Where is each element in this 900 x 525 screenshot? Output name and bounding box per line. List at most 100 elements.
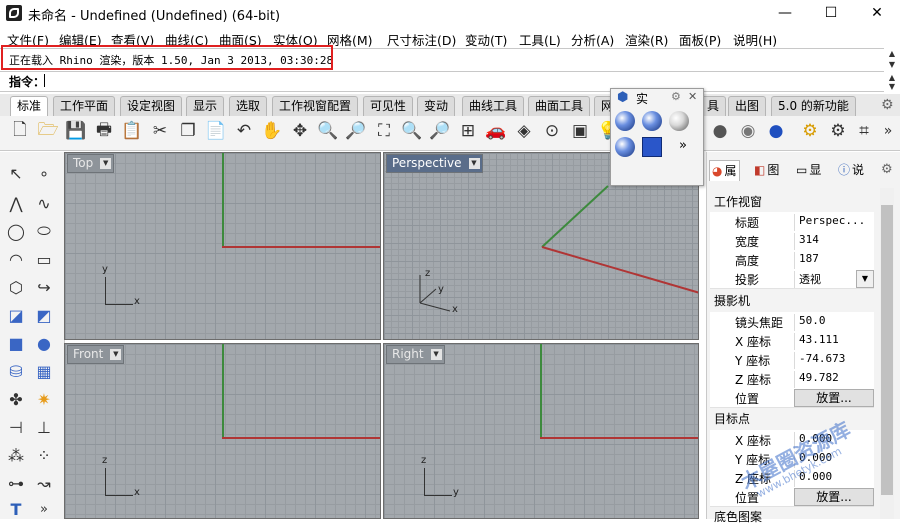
- cylinder-icon[interactable]: ⛁: [3, 358, 29, 384]
- four-viewports-icon[interactable]: ⊞: [456, 119, 480, 143]
- title-field[interactable]: Perspec...: [794, 214, 874, 231]
- orient-curve-icon[interactable]: ↝: [31, 470, 57, 496]
- camera-y-field[interactable]: -74.673: [794, 352, 874, 369]
- tab-surface-tools[interactable]: 曲面工具: [528, 96, 591, 116]
- open-file-icon[interactable]: 🗁: [36, 119, 60, 143]
- box-icon[interactable]: ■: [3, 330, 29, 356]
- explode-icon[interactable]: ✷: [31, 386, 57, 412]
- target-place-button[interactable]: 放置...: [794, 488, 874, 506]
- layers-icon[interactable]: ▣: [568, 119, 592, 143]
- tab-cplanes[interactable]: 工作平面: [53, 96, 116, 116]
- zoom-all-icon[interactable]: 🔎: [428, 119, 452, 143]
- viewport-top-label[interactable]: Top ▼: [67, 154, 115, 173]
- points-on-icon[interactable]: ⁘: [31, 442, 57, 468]
- zoom-selected-icon[interactable]: 🔍: [400, 119, 424, 143]
- group-icon[interactable]: ⁂: [3, 442, 29, 468]
- boolean-icon[interactable]: ✤: [3, 386, 29, 412]
- viewport-front-label[interactable]: Front ▼: [67, 345, 125, 364]
- zoom-extents-icon[interactable]: ⛶: [372, 119, 396, 143]
- panel-tab-help[interactable]: ⓘ 说: [836, 160, 866, 180]
- polygon-icon[interactable]: ⬡: [3, 274, 29, 300]
- close-icon[interactable]: ✕: [688, 90, 697, 103]
- text-icon[interactable]: T: [3, 496, 29, 522]
- menu-help[interactable]: 说明(H): [733, 30, 777, 49]
- copy-icon[interactable]: ❐: [176, 119, 200, 143]
- render-sphere-gray-icon[interactable]: ◉: [736, 119, 760, 143]
- menu-tools[interactable]: 工具(L): [519, 30, 561, 49]
- width-field[interactable]: 314: [794, 233, 874, 250]
- pan-hand-icon[interactable]: ✋: [260, 119, 284, 143]
- render-sphere-icon[interactable]: ●: [708, 119, 732, 143]
- panel-gear-icon[interactable]: ⚙: [881, 162, 893, 177]
- sphere-icon[interactable]: ●: [31, 330, 57, 356]
- viewport-right[interactable]: Right ▼ z y: [383, 343, 699, 519]
- tab-display[interactable]: 显示: [186, 96, 225, 116]
- tab-curve-tools[interactable]: 曲线工具: [462, 96, 525, 116]
- circle-icon[interactable]: ◯: [3, 218, 29, 244]
- tab-select[interactable]: 选取: [229, 96, 268, 116]
- tab-new-in-v5[interactable]: 5.0 的新功能: [771, 96, 856, 116]
- save-icon[interactable]: 💾: [64, 119, 88, 143]
- gear-icon[interactable]: ⚙: [671, 90, 681, 103]
- viewport-right-label[interactable]: Right ▼: [386, 345, 445, 364]
- move-icon[interactable]: ✥: [288, 119, 312, 143]
- floating-panel-more-icon[interactable]: »: [679, 138, 687, 153]
- tab-settings-gear-icon[interactable]: ⚙: [881, 97, 894, 113]
- minimize-button[interactable]: —: [762, 0, 808, 26]
- named-views-icon[interactable]: ◈: [512, 119, 536, 143]
- menu-dimension[interactable]: 尺寸标注(D): [387, 30, 456, 49]
- panel-tab-properties[interactable]: ◕ 属: [709, 160, 740, 181]
- curve-icon[interactable]: ∿: [31, 190, 57, 216]
- solid-sphere-icon[interactable]: [615, 111, 635, 131]
- tab-set-view[interactable]: 设定视图: [120, 96, 183, 116]
- tab-viewport-layout[interactable]: 工作视窗配置: [272, 96, 359, 116]
- solid-union-icon[interactable]: [642, 111, 662, 131]
- chevron-down-icon[interactable]: ▼: [100, 158, 112, 169]
- tab-standard[interactable]: 标准: [10, 96, 49, 117]
- height-field[interactable]: 187: [794, 252, 874, 269]
- curve-fillet-icon[interactable]: ↪: [31, 274, 57, 300]
- render-settings-icon[interactable]: ⚙: [798, 119, 822, 143]
- split-icon[interactable]: ⊥: [31, 414, 57, 440]
- zoom-dynamic-icon[interactable]: 🔍: [316, 119, 340, 143]
- point-icon[interactable]: ∘: [31, 160, 57, 186]
- chevron-down-icon[interactable]: ▼: [430, 349, 442, 360]
- panel-tab-display[interactable]: ▭ 显: [794, 160, 823, 180]
- snap-grid-icon[interactable]: ⌗: [852, 119, 876, 143]
- left-toolbar-more-icon[interactable]: »: [31, 496, 57, 522]
- render-sphere-blue-icon[interactable]: ●: [764, 119, 788, 143]
- tab-transform[interactable]: 变动: [417, 96, 456, 116]
- solid-difference-icon[interactable]: [669, 111, 689, 131]
- car-icon[interactable]: 🚗: [484, 119, 508, 143]
- paste-icon[interactable]: 📄: [204, 119, 228, 143]
- solid-box-icon[interactable]: [642, 137, 662, 157]
- viewport-front[interactable]: Front ▼ z x: [64, 343, 381, 519]
- properties-scroll-thumb[interactable]: [881, 205, 893, 495]
- menu-mesh[interactable]: 网格(M): [327, 30, 373, 49]
- camera-place-button[interactable]: 放置...: [794, 389, 874, 407]
- mesh-icon[interactable]: ▦: [31, 358, 57, 384]
- toolbar-more-icon[interactable]: »: [876, 119, 900, 143]
- command-input-caret[interactable]: [44, 74, 45, 87]
- undo-icon[interactable]: ↶: [232, 119, 256, 143]
- polyline-icon[interactable]: ⋀: [3, 190, 29, 216]
- maximize-button[interactable]: ☐: [808, 0, 854, 26]
- floating-solid-toolbar[interactable]: ⬢ 实 ⚙ ✕ »: [610, 88, 704, 186]
- camera-x-field[interactable]: 43.111: [794, 333, 874, 350]
- ellipse-icon[interactable]: ⬭: [31, 218, 57, 244]
- loft-icon[interactable]: ◩: [31, 302, 57, 328]
- options-icon[interactable]: ⚙: [826, 119, 850, 143]
- panel-tab-layers[interactable]: ◧ 图: [752, 160, 781, 180]
- history-scroll-down-icon[interactable]: ▼: [884, 59, 900, 70]
- close-button[interactable]: ✕: [854, 0, 900, 26]
- surface-icon[interactable]: ◪: [3, 302, 29, 328]
- focal-length-field[interactable]: 50.0: [794, 314, 874, 331]
- menu-render[interactable]: 渲染(R): [625, 30, 668, 49]
- zoom-window-icon[interactable]: 🔎: [344, 119, 368, 143]
- new-file-icon[interactable]: 🗋: [8, 119, 32, 143]
- menu-transform[interactable]: 变动(T): [465, 30, 507, 49]
- arc-icon[interactable]: ◠: [3, 246, 29, 272]
- camera-z-field[interactable]: 49.782: [794, 371, 874, 388]
- solid-intersection-icon[interactable]: [615, 137, 635, 157]
- tab-drafting[interactable]: 出图: [728, 96, 767, 116]
